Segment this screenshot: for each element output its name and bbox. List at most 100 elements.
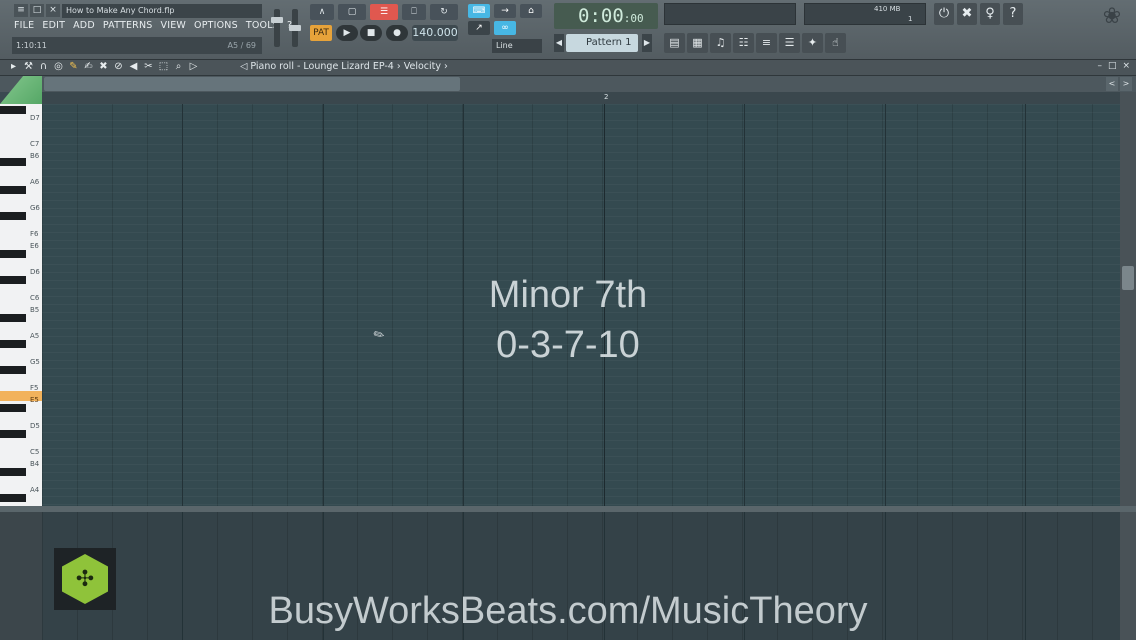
play-button[interactable]: ▶ (336, 25, 358, 41)
menu-icon[interactable]: ≡ (14, 4, 28, 17)
black-key[interactable] (0, 186, 26, 194)
scrollbar-thumb[interactable] (1122, 266, 1134, 290)
metronome-icon[interactable]: ∧ (310, 4, 334, 20)
black-key[interactable] (0, 494, 26, 502)
record-countdown-icon[interactable]: ☰ (370, 4, 398, 20)
step-edit-icon[interactable]: ⎕ (402, 4, 426, 20)
time-sub: :00 (623, 12, 644, 25)
piano-roll-window-buttons: – □ × (1097, 61, 1130, 71)
velocity-param[interactable]: Velocity (404, 61, 441, 72)
stop-button[interactable]: ■ (360, 25, 382, 41)
time-ruler[interactable]: 2 (42, 92, 1120, 104)
pattern-selector[interactable]: Pattern 1 (566, 34, 638, 52)
typing-keyboard-icon[interactable]: ⌨ (468, 4, 490, 18)
piano-roll-tools: ▸ ⚒ ∩ ◎ ✎ ✍ ✖ ⊘ ◀ ✂ ⬚ ⌕ ▷ (8, 61, 199, 72)
menu-add[interactable]: ADD (73, 20, 95, 31)
wait-record-icon[interactable]: ▢ (338, 4, 366, 20)
plugin-icon[interactable]: ✦ (802, 33, 823, 53)
piano-roll-title[interactable]: Piano roll - Lounge Lizard EP-4 (250, 61, 394, 72)
brush-icon[interactable]: ✍ (83, 61, 94, 72)
key-label: E5 (30, 396, 39, 404)
cpu-memory: 410 MB (874, 5, 901, 13)
pattern-next-icon[interactable]: ▶ (642, 34, 652, 52)
key-label: D6 (30, 268, 40, 276)
tempo-display[interactable]: 140.000 (412, 25, 458, 41)
shuffle-icon[interactable]: ✖ (957, 3, 977, 25)
piano-roll-icon[interactable]: ♫ (710, 33, 731, 53)
slice-icon[interactable]: ✂ (143, 61, 154, 72)
close-icon[interactable]: × (46, 4, 60, 17)
power-icon[interactable]: ⏻ (934, 3, 954, 25)
main-toolbar: ≡ □ × How to Make Any Chord.flp FILE EDI… (0, 0, 1136, 60)
delete-icon[interactable]: ✖ (98, 61, 109, 72)
black-key[interactable] (0, 430, 26, 438)
note-grid[interactable]: Minor 7th 0-3-7-10 ✎ (42, 104, 1120, 506)
black-key[interactable] (0, 366, 26, 374)
black-key[interactable] (0, 340, 26, 348)
options-arrow-icon[interactable]: ▸ (8, 61, 19, 72)
black-key[interactable] (0, 106, 26, 114)
channel-rack-icon[interactable]: ▦ (687, 33, 708, 53)
pat-song-toggle[interactable]: PAT (310, 25, 332, 41)
slider-knob[interactable] (271, 17, 283, 23)
black-key[interactable] (0, 314, 26, 322)
speaker-icon[interactable]: ◀ (128, 61, 139, 72)
menu-edit[interactable]: EDIT (42, 20, 65, 31)
horizontal-scrollbar[interactable] (44, 77, 460, 91)
project-info-icon[interactable]: ☰ (779, 33, 800, 53)
black-key[interactable] (0, 158, 26, 166)
record-button[interactable]: ● (386, 25, 408, 41)
menu-file[interactable]: FILE (14, 20, 34, 31)
mixer-icon[interactable]: ≡ (756, 33, 777, 53)
mute-icon[interactable]: ⊘ (113, 61, 124, 72)
master-volume-slider[interactable] (271, 9, 283, 47)
close-icon[interactable]: × (1122, 61, 1130, 71)
maximize-icon[interactable]: □ (30, 4, 44, 17)
busyworksbeats-logo: ✣ (54, 548, 116, 610)
cpu-voices: 1 (908, 15, 913, 23)
loop-record-icon[interactable]: ↻ (430, 4, 458, 20)
menu-options[interactable]: OPTIONS (194, 20, 238, 31)
snap-select[interactable]: Line (492, 39, 542, 53)
playback-icon[interactable]: ▷ (188, 61, 199, 72)
song-time-display[interactable]: 0:00:00 (554, 3, 658, 29)
key-label: A6 (30, 178, 40, 186)
step-icon[interactable]: ◎ (53, 61, 64, 72)
browser-icon[interactable]: ☷ (733, 33, 754, 53)
arrow-right-icon[interactable]: → (494, 4, 516, 18)
black-key[interactable] (0, 212, 26, 220)
piano-keyboard[interactable]: D7 C7 B6 A6 G6 F6 E6 D6 C6 B5 A5 G5 F5 E5 D5 C5 B4 A4 (0, 104, 42, 506)
scroll-follow-icon[interactable]: ↗ (468, 21, 490, 35)
key-label: F5 (30, 384, 39, 392)
minimize-icon[interactable]: – (1097, 61, 1102, 71)
menu-patterns[interactable]: PATTERNS (103, 20, 153, 31)
help-icon[interactable]: ? (1003, 3, 1023, 25)
speaker-icon[interactable]: ◁ (240, 61, 247, 72)
magnet-icon[interactable]: ∩ (38, 61, 49, 72)
pattern-prev-icon[interactable]: ◀ (554, 34, 564, 52)
zoom-icon[interactable]: ⌕ (173, 61, 184, 72)
stamp-icon[interactable]: ⌂ (520, 4, 542, 18)
scroll-left-icon[interactable]: < (1106, 77, 1118, 91)
vertical-scrollbar[interactable] (1120, 92, 1136, 506)
black-key[interactable] (0, 468, 26, 476)
playlist-icon[interactable]: ▤ (664, 33, 685, 53)
link-icon[interactable]: ∞ (494, 21, 516, 35)
event-pane-scrollbar[interactable] (1120, 512, 1136, 640)
black-key[interactable] (0, 276, 26, 284)
microphone-icon[interactable]: ♀ (980, 3, 1000, 25)
select-icon[interactable]: ⬚ (158, 61, 169, 72)
menu-view[interactable]: VIEW (161, 20, 187, 31)
maximize-icon[interactable]: □ (1108, 61, 1117, 71)
master-pitch-slider[interactable] (289, 9, 301, 47)
pencil-icon[interactable]: ✎ (68, 61, 79, 72)
scroll-right-icon[interactable]: > (1120, 77, 1132, 91)
touch-keyboard-icon[interactable]: ☝ (825, 33, 846, 53)
zoom-buttons: < > (1106, 77, 1132, 91)
slider-knob[interactable] (289, 25, 301, 31)
transport-panel: ∧ ▢ ☰ ⎕ ↻ PAT ▶ ■ ● 140.000 (308, 3, 460, 55)
event-pane-gutter (0, 512, 42, 640)
wrench-icon[interactable]: ⚒ (23, 61, 34, 72)
black-key[interactable] (0, 250, 26, 258)
black-key[interactable] (0, 404, 26, 412)
